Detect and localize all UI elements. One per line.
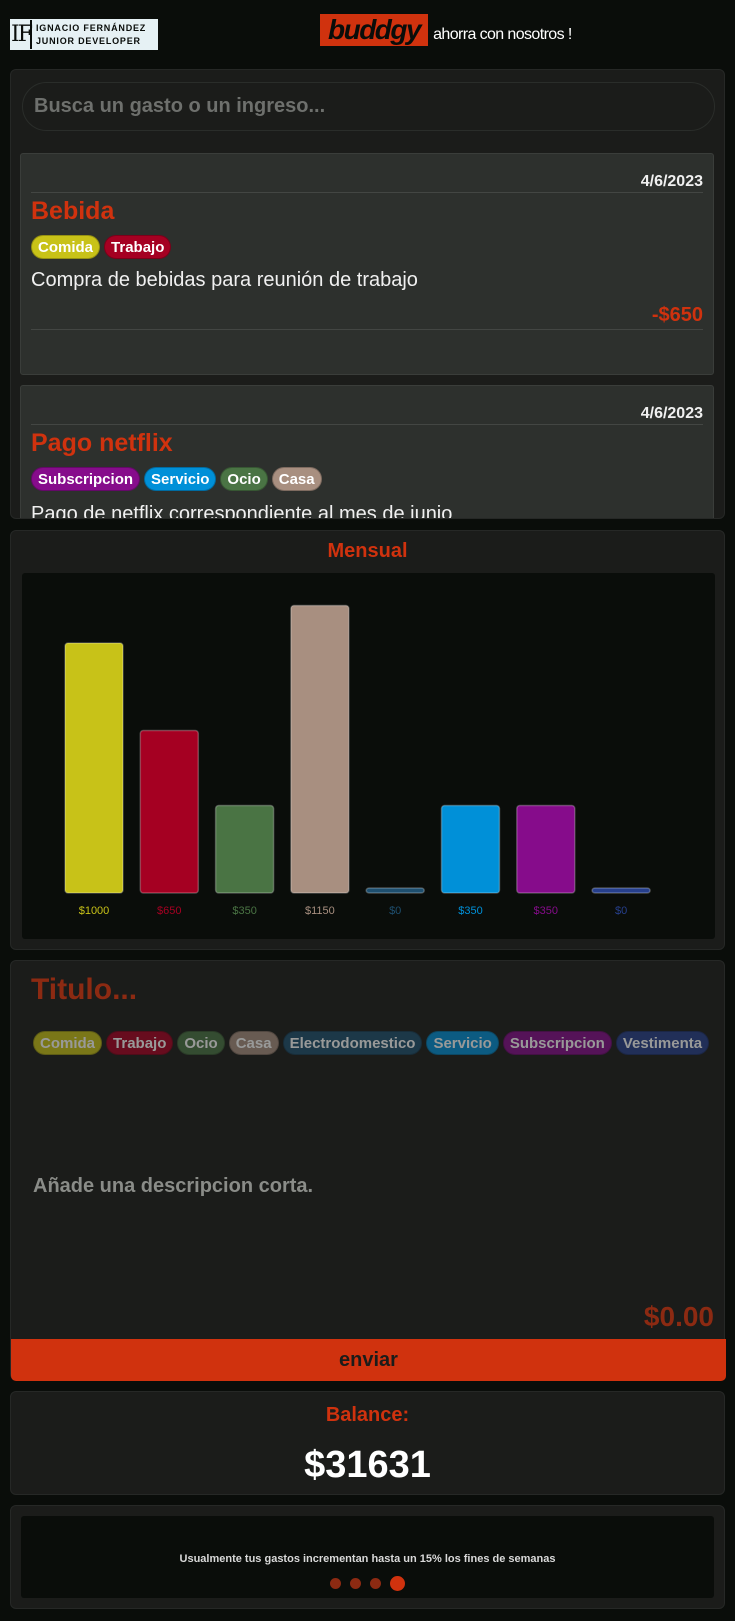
- carousel-dot[interactable]: [350, 1578, 361, 1589]
- developer-credits: IGNACIO FERNÁNDEZ JUNIOR DEVELOPER: [36, 22, 146, 48]
- transaction-date: 4/6/2023: [640, 173, 703, 190]
- bar-trabajo: [139, 729, 200, 894]
- tag-option-vestimenta[interactable]: Vestimenta: [615, 1031, 710, 1055]
- transaction-title: Bebida: [31, 197, 115, 225]
- transaction-description: Compra de bebidas para reunión de trabaj…: [31, 269, 418, 291]
- tag-subscripcion: Subscripcion: [31, 467, 141, 491]
- transaction-date: 4/6/2023: [640, 405, 703, 422]
- tips-panel: Usualmente tus gastos incrementan hasta …: [10, 1505, 725, 1609]
- balance-label: Balance:: [325, 1404, 410, 1426]
- search-input[interactable]: Busca un gasto o un ingreso...: [22, 82, 715, 131]
- brand-tagline: ahorra con nosotros !: [433, 26, 572, 43]
- transaction-card[interactable]: 4/6/2023 Pago netflix Subscripcion Servi…: [20, 385, 714, 519]
- tag-ocio: Ocio: [220, 467, 268, 491]
- chart-title: Mensual: [327, 540, 408, 562]
- tag-selector: Comida Trabajo Ocio Casa Electrodomestic…: [33, 1031, 710, 1055]
- transaction-title: Pago netflix: [31, 429, 173, 457]
- amount-input[interactable]: $0.00: [644, 1301, 714, 1333]
- bar-ocio: [214, 804, 275, 894]
- title-input[interactable]: Titulo...: [31, 973, 137, 1007]
- bar-value-label: $350: [232, 905, 256, 917]
- tag-option-servicio[interactable]: Servicio: [426, 1031, 499, 1055]
- tag-servicio: Servicio: [144, 467, 217, 491]
- transaction-tags: Comida Trabajo: [31, 235, 172, 259]
- bar-comida: [64, 642, 124, 894]
- monthly-chart-panel: Mensual $1000 $650 $350 $1150 $0 $350 $350 $0: [10, 530, 725, 950]
- bar-vestimenta: [591, 887, 651, 894]
- carousel-dot[interactable]: [390, 1576, 405, 1591]
- bar-value-label: $650: [157, 905, 181, 917]
- bar-value-label: $1000: [79, 905, 110, 917]
- carousel-dot[interactable]: [330, 1578, 341, 1589]
- send-button[interactable]: enviar: [11, 1339, 726, 1381]
- tag-comida: Comida: [31, 235, 101, 259]
- developer-monogram: IF: [11, 20, 33, 49]
- tag-option-electrodomestico[interactable]: Electrodomestico: [282, 1031, 423, 1055]
- tag-option-comida[interactable]: Comida: [33, 1031, 103, 1055]
- balance-panel: Balance: $31631: [10, 1391, 725, 1495]
- developer-role: JUNIOR DEVELOPER: [36, 35, 141, 46]
- balance-value: $31631: [304, 1444, 431, 1486]
- transaction-tags: Subscripcion Servicio Ocio Casa: [31, 467, 322, 491]
- carousel-dots: [21, 1576, 714, 1591]
- bar-chart-svg: $1000 $650 $350 $1150 $0 $350 $350 $0: [64, 604, 651, 917]
- new-entry-form: Titulo... Comida Trabajo Ocio Casa Elect…: [10, 960, 726, 1381]
- transaction-amount: -$650: [651, 304, 703, 326]
- bar-value-label: $0: [389, 905, 401, 917]
- app-header: IF IGNACIO FERNÁNDEZ JUNIOR DEVELOPER bu…: [0, 0, 735, 66]
- brand-logo: buddgy ahorra con nosotros !: [320, 14, 572, 46]
- divider: [31, 329, 703, 330]
- divider: [31, 424, 703, 425]
- tag-option-subscripcion[interactable]: Subscripcion: [502, 1031, 612, 1055]
- bar-casa: [290, 604, 350, 894]
- bar-value-label: $350: [534, 905, 558, 917]
- bar-value-label: $1150: [305, 905, 335, 917]
- search-placeholder: Busca un gasto o un ingreso...: [34, 95, 326, 117]
- bar-electrodomestico: [365, 887, 425, 894]
- brand-box: buddgy: [320, 14, 429, 46]
- divider: [31, 192, 703, 193]
- developer-logo[interactable]: IF IGNACIO FERNÁNDEZ JUNIOR DEVELOPER: [10, 19, 158, 50]
- tag-option-ocio[interactable]: Ocio: [177, 1031, 225, 1055]
- description-input[interactable]: Añade una descripcion corta.: [33, 1175, 313, 1198]
- transaction-card[interactable]: 4/6/2023 Bebida Comida Trabajo Compra de…: [20, 153, 714, 375]
- bar-servicio: [440, 804, 501, 894]
- brand-name: buddgy: [328, 14, 422, 45]
- developer-name: IGNACIO FERNÁNDEZ: [36, 22, 147, 33]
- bar-chart: $1000 $650 $350 $1150 $0 $350 $350 $0: [22, 573, 715, 939]
- tag-option-trabajo[interactable]: Trabajo: [106, 1031, 174, 1055]
- tag-option-casa[interactable]: Casa: [228, 1031, 279, 1055]
- bar-value-label: $0: [615, 905, 627, 917]
- tag-trabajo: Trabajo: [104, 235, 172, 259]
- transactions-panel: Busca un gasto o un ingreso... 4/6/2023 …: [10, 69, 725, 519]
- tag-casa: Casa: [271, 467, 322, 491]
- tip-text: Usualmente tus gastos incrementan hasta …: [179, 1553, 556, 1565]
- bar-subscripcion: [516, 804, 576, 894]
- bar-value-label: $350: [458, 905, 482, 917]
- carousel-dot[interactable]: [370, 1578, 381, 1589]
- tips-carousel: Usualmente tus gastos incrementan hasta …: [21, 1516, 714, 1598]
- transaction-description: Pago de netflix correspondiente al mes d…: [31, 503, 453, 519]
